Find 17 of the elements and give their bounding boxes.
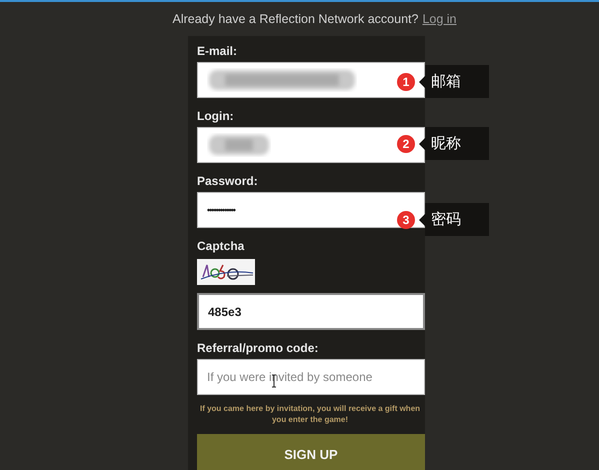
redaction-blur — [207, 133, 271, 157]
gift-note: If you came here by invitation, you will receive a gift when you enter the game! — [198, 403, 422, 425]
input-field[interactable] — [197, 62, 425, 98]
field-label: Referral/promo code: — [197, 340, 318, 357]
sign-up-button[interactable]: SIGN UP — [197, 434, 425, 470]
password-dots: ••••••••••••• — [207, 205, 235, 215]
input-field[interactable] — [197, 127, 425, 163]
annotation-label: 昵称 — [419, 127, 489, 160]
annotation-label: 邮箱 — [419, 65, 489, 98]
field-label: Captcha — [197, 238, 244, 255]
annotation-label: 密码 — [419, 203, 489, 236]
field-label: E-mail: — [197, 43, 238, 60]
login-link[interactable]: Log in — [422, 12, 457, 26]
field-label: Password: — [197, 173, 258, 190]
signin-prompt: Already have a Reflection Network account? — [172, 12, 418, 26]
field-label: Login: — [197, 108, 234, 125]
captcha-field[interactable]: 485e3 — [197, 293, 425, 330]
